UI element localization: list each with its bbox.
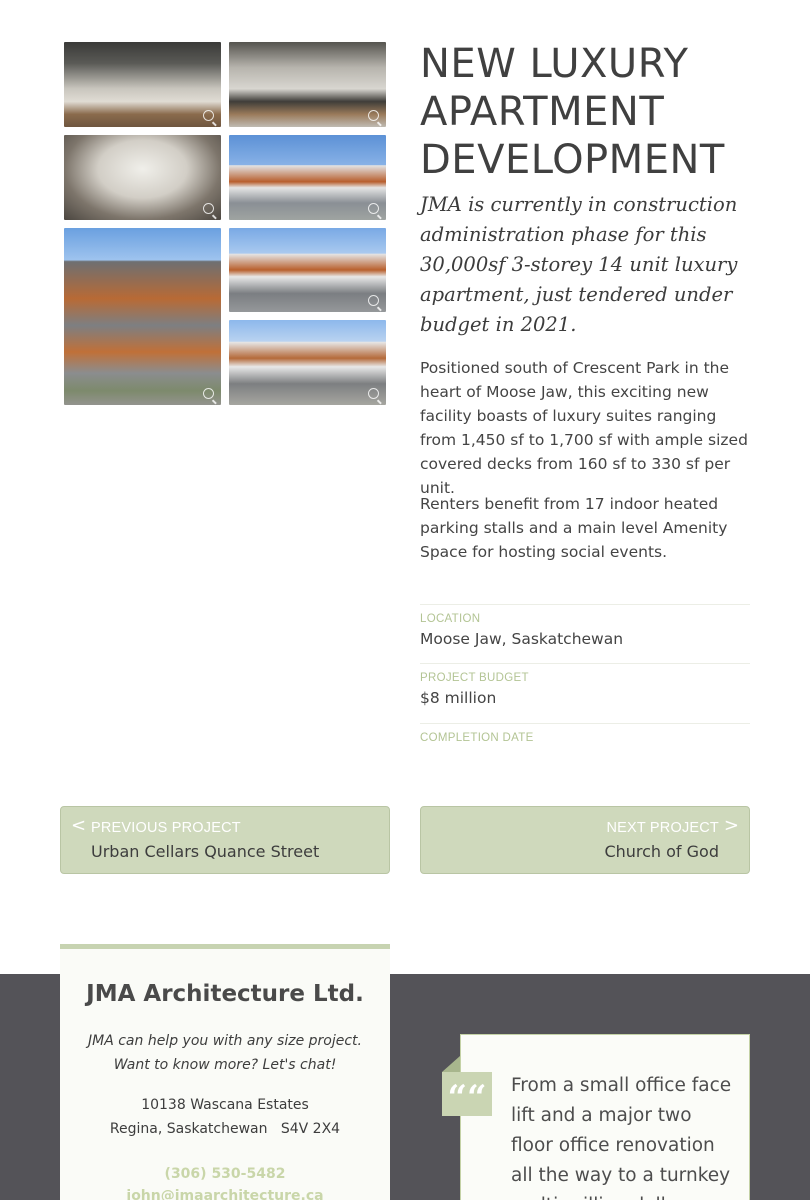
zoom-icon	[368, 203, 379, 214]
address-line: 10138 Wascana Estates	[141, 1097, 309, 1113]
company-name: JMA Architecture Ltd.	[86, 981, 364, 1007]
detail-value: $8 million	[420, 689, 497, 707]
quote-icon: ““	[442, 1072, 492, 1118]
previous-project-label: PREVIOUS PROJECT	[91, 820, 241, 836]
contact-address: 10138 Wascana Estates Regina, Saskatchew…	[60, 1093, 390, 1141]
zoom-icon	[368, 295, 379, 306]
gallery-image-interior-open-plan[interactable]	[229, 42, 386, 127]
detail-label: COMPLETION DATE	[420, 732, 534, 744]
previous-project-name: Urban Cellars Quance Street	[91, 842, 320, 861]
quote-tab-fold	[442, 1056, 460, 1072]
gallery-image-interior-panorama[interactable]	[64, 135, 221, 220]
phone-link[interactable]: (306) 530-5482	[60, 1163, 390, 1185]
detail-label: PROJECT BUDGET	[420, 672, 529, 684]
project-gallery	[64, 42, 386, 406]
detail-location: LOCATION Moose Jaw, Saskatchewan	[420, 604, 750, 650]
chevron-left-icon: <	[71, 815, 87, 836]
detail-budget: PROJECT BUDGET $8 million	[420, 663, 750, 709]
detail-value: Moose Jaw, Saskatchewan	[420, 630, 624, 648]
gallery-image-exterior-side[interactable]	[229, 320, 386, 405]
next-project-label: NEXT PROJECT	[606, 820, 719, 836]
next-project-name: Church of God	[604, 842, 719, 861]
contact-tagline: JMA can help you with any size project. …	[87, 1033, 362, 1073]
testimonial-box: From a small office face lift and a majo…	[460, 1034, 750, 1200]
project-description-parking: Renters benefit from 17 indoor heated pa…	[420, 495, 728, 561]
gallery-image-exterior-corner[interactable]	[229, 135, 386, 220]
zoom-icon	[368, 388, 379, 399]
zoom-icon	[368, 110, 379, 121]
email-link[interactable]: john@jmaarchitecture.ca	[60, 1185, 390, 1200]
next-project-link[interactable]: > NEXT PROJECT Church of God	[420, 806, 750, 874]
zoom-icon	[203, 110, 214, 121]
contact-card: JMA Architecture Ltd. JMA can help you w…	[60, 944, 390, 1200]
detail-label: LOCATION	[420, 613, 481, 625]
gallery-image-interior-living-kitchen[interactable]	[64, 42, 221, 127]
previous-project-link[interactable]: < PREVIOUS PROJECT Urban Cellars Quance …	[60, 806, 390, 874]
testimonial-text: From a small office face lift and a majo…	[511, 1075, 732, 1200]
zoom-icon	[203, 388, 214, 399]
project-title: NEW LUXURY APARTMENT DEVELOPMENT	[420, 41, 725, 183]
project-lead: JMA is currently in construction adminis…	[420, 193, 738, 336]
address-line: Regina, Saskatchewan S4V 2X4	[109, 1121, 341, 1137]
zoom-icon	[203, 203, 214, 214]
project-description: Positioned south of Crescent Park in the…	[420, 359, 748, 497]
gallery-image-exterior-street[interactable]	[64, 228, 221, 405]
detail-completion: COMPLETION DATE	[420, 723, 750, 747]
gallery-image-exterior-front[interactable]	[229, 228, 386, 312]
chevron-right-icon: >	[723, 815, 739, 836]
